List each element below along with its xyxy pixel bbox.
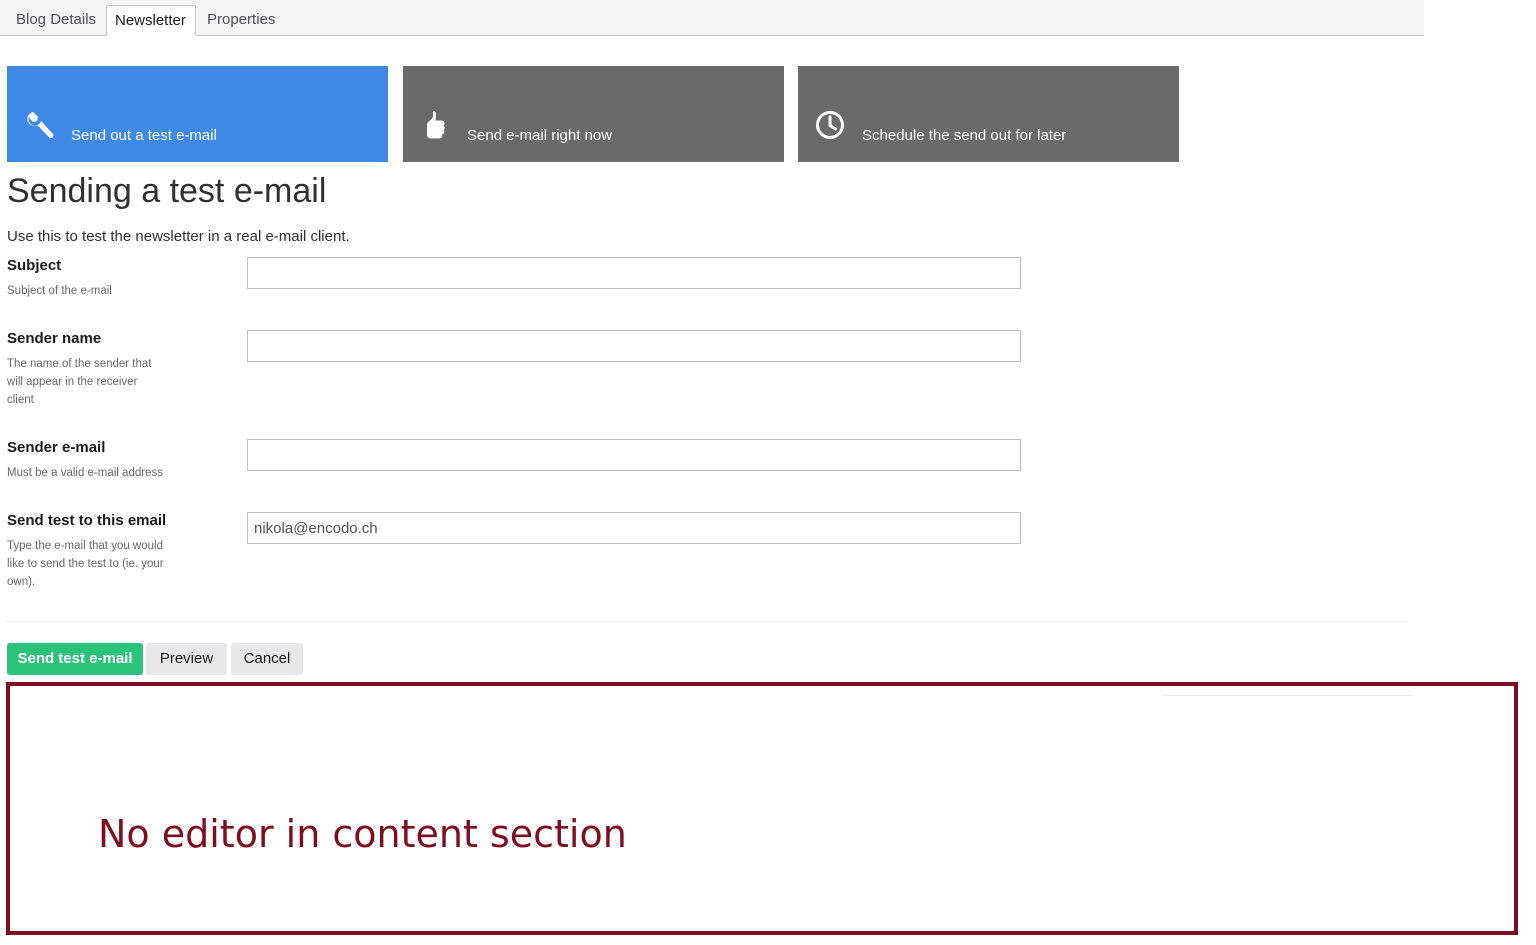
clock-icon xyxy=(816,111,844,139)
tab-bar: Blog Details Newsletter Properties xyxy=(0,0,1424,36)
page-title: Sending a test e-mail xyxy=(7,172,327,210)
send-now-tile[interactable]: Send e-mail right now xyxy=(403,66,784,162)
subject-label: Subject xyxy=(7,257,62,274)
test-recipient-label: Send test to this email xyxy=(7,512,167,529)
page-description: Use this to test the newsletter in a rea… xyxy=(7,228,350,245)
form-divider xyxy=(7,621,1408,622)
annotation-divider xyxy=(1162,695,1412,696)
tab-blog-details[interactable]: Blog Details xyxy=(8,5,104,35)
preview-button[interactable]: Preview xyxy=(146,643,227,675)
send-now-label: Send e-mail right now xyxy=(467,127,613,144)
sender-name-input[interactable] xyxy=(247,330,1021,362)
test-recipient-input[interactable] xyxy=(247,512,1021,544)
sender-name-label: Sender name xyxy=(7,330,102,347)
sender-email-input[interactable] xyxy=(247,439,1021,471)
annotation-box: No editor in content section xyxy=(6,682,1518,935)
tab-newsletter[interactable]: Newsletter xyxy=(106,5,196,36)
cancel-button[interactable]: Cancel xyxy=(231,643,303,675)
sender-name-help: The name of the sender that will appear … xyxy=(7,358,152,406)
schedule-send-tile[interactable]: Schedule the send out for later xyxy=(798,66,1179,162)
annotation-text: No editor in content section xyxy=(98,812,627,856)
send-test-email-tile[interactable]: Send out a test e-mail xyxy=(7,66,388,162)
sender-email-help: Must be a valid e-mail address xyxy=(7,467,163,479)
thumbs-up-icon xyxy=(427,111,445,139)
tab-properties[interactable]: Properties xyxy=(199,5,283,35)
subject-help: Subject of the e-mail xyxy=(7,285,112,297)
wrench-icon xyxy=(27,112,54,139)
schedule-send-label: Schedule the send out for later xyxy=(862,127,1067,144)
sender-email-label: Sender e-mail xyxy=(7,439,106,456)
test-recipient-help: Type the e-mail that you would like to s… xyxy=(7,540,164,588)
send-test-email-button[interactable]: Send test e-mail xyxy=(7,643,143,675)
send-test-email-label: Send out a test e-mail xyxy=(71,127,217,144)
subject-input[interactable] xyxy=(247,257,1021,289)
